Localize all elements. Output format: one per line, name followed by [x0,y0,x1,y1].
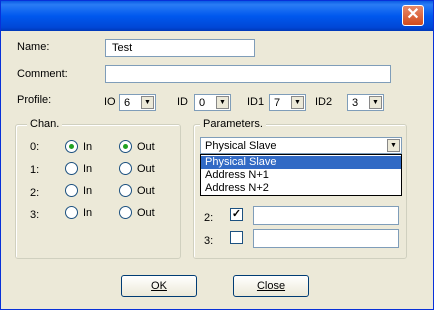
name-label: Name: [17,41,50,53]
id1-select[interactable]: 7 ▼ [269,94,306,111]
param-3-checkbox[interactable] [230,231,243,244]
checkmark-icon: ✓ [231,208,242,220]
dropdown-option[interactable]: Address N+1 [201,169,401,182]
param-2-checkbox[interactable]: ✓ [230,208,243,221]
close-button-label: Close [256,280,286,292]
id2-select[interactable]: 3 ▼ [347,94,384,111]
ok-button-label: OK [151,280,167,292]
profile-label: Profile: [17,94,52,106]
parameters-select-value: Physical Slave [205,140,277,152]
chan-out-label: Out [137,207,155,219]
chan-group [15,124,181,259]
param-row-label: 3: [204,235,214,247]
dropdown-option[interactable]: Physical Slave [201,156,401,169]
close-dialog-button[interactable]: Close [233,275,309,297]
io-select-value: 6 [124,97,131,109]
chan-row-label: 3: [30,209,40,221]
chan-3-out-radio[interactable] [119,206,132,219]
id2-select-value: 3 [352,97,359,109]
title-bar: ✕ [1,1,433,31]
id-select[interactable]: 0 ▼ [194,94,231,111]
parameters-group-title: Parameters. [200,118,266,130]
comment-field[interactable] [105,65,391,83]
chan-row-label: 2: [30,187,40,199]
parameters-dropdown-list: Physical Slave Address N+1 Address N+2 [200,154,402,196]
chan-2-out-radio[interactable] [119,184,132,197]
parameters-select[interactable]: Physical Slave ▼ [200,137,402,154]
chan-in-label: In [83,163,93,175]
chan-out-label: Out [137,141,155,153]
ok-button[interactable]: OK [121,275,197,297]
close-button[interactable]: ✕ [402,5,424,26]
chan-row-label: 1: [30,164,40,176]
chevron-down-icon[interactable]: ▼ [141,96,154,109]
comment-label: Comment: [17,68,68,80]
param-3-field[interactable] [253,229,399,248]
id1-select-value: 7 [274,97,281,109]
chan-row-label: 0: [30,141,40,153]
io-select[interactable]: 6 ▼ [119,94,156,111]
chevron-down-icon[interactable]: ▼ [291,96,304,109]
chevron-down-icon[interactable]: ▼ [387,139,400,152]
param-row-label: 2: [204,212,214,224]
chan-1-out-radio[interactable] [119,162,132,175]
chevron-down-icon[interactable]: ▼ [216,96,229,109]
chan-0-out-radio[interactable] [119,140,132,153]
chan-out-label: Out [137,163,155,175]
dropdown-option[interactable]: Address N+2 [201,182,401,195]
chan-in-label: In [83,207,93,219]
chan-2-in-radio[interactable] [65,184,78,197]
id-select-value: 0 [199,97,206,109]
io-label: IO [104,96,116,108]
chan-in-label: In [83,141,93,153]
id1-label: ID1 [247,96,265,108]
chan-out-label: Out [137,185,155,197]
chevron-down-icon[interactable]: ▼ [369,96,382,109]
close-icon: ✕ [406,6,420,23]
chan-in-label: In [83,185,93,197]
id-label: ID [177,96,188,108]
chan-0-in-radio[interactable] [65,140,78,153]
chan-3-in-radio[interactable] [65,206,78,219]
dialog-window: ✕ Name: Test Comment: Profile: IO 6 ▼ ID… [0,0,434,310]
chan-1-in-radio[interactable] [65,162,78,175]
id2-label: ID2 [315,96,333,108]
param-2-field[interactable] [253,206,399,225]
name-field[interactable]: Test [105,39,255,57]
chan-group-title: Chan. [27,118,63,130]
